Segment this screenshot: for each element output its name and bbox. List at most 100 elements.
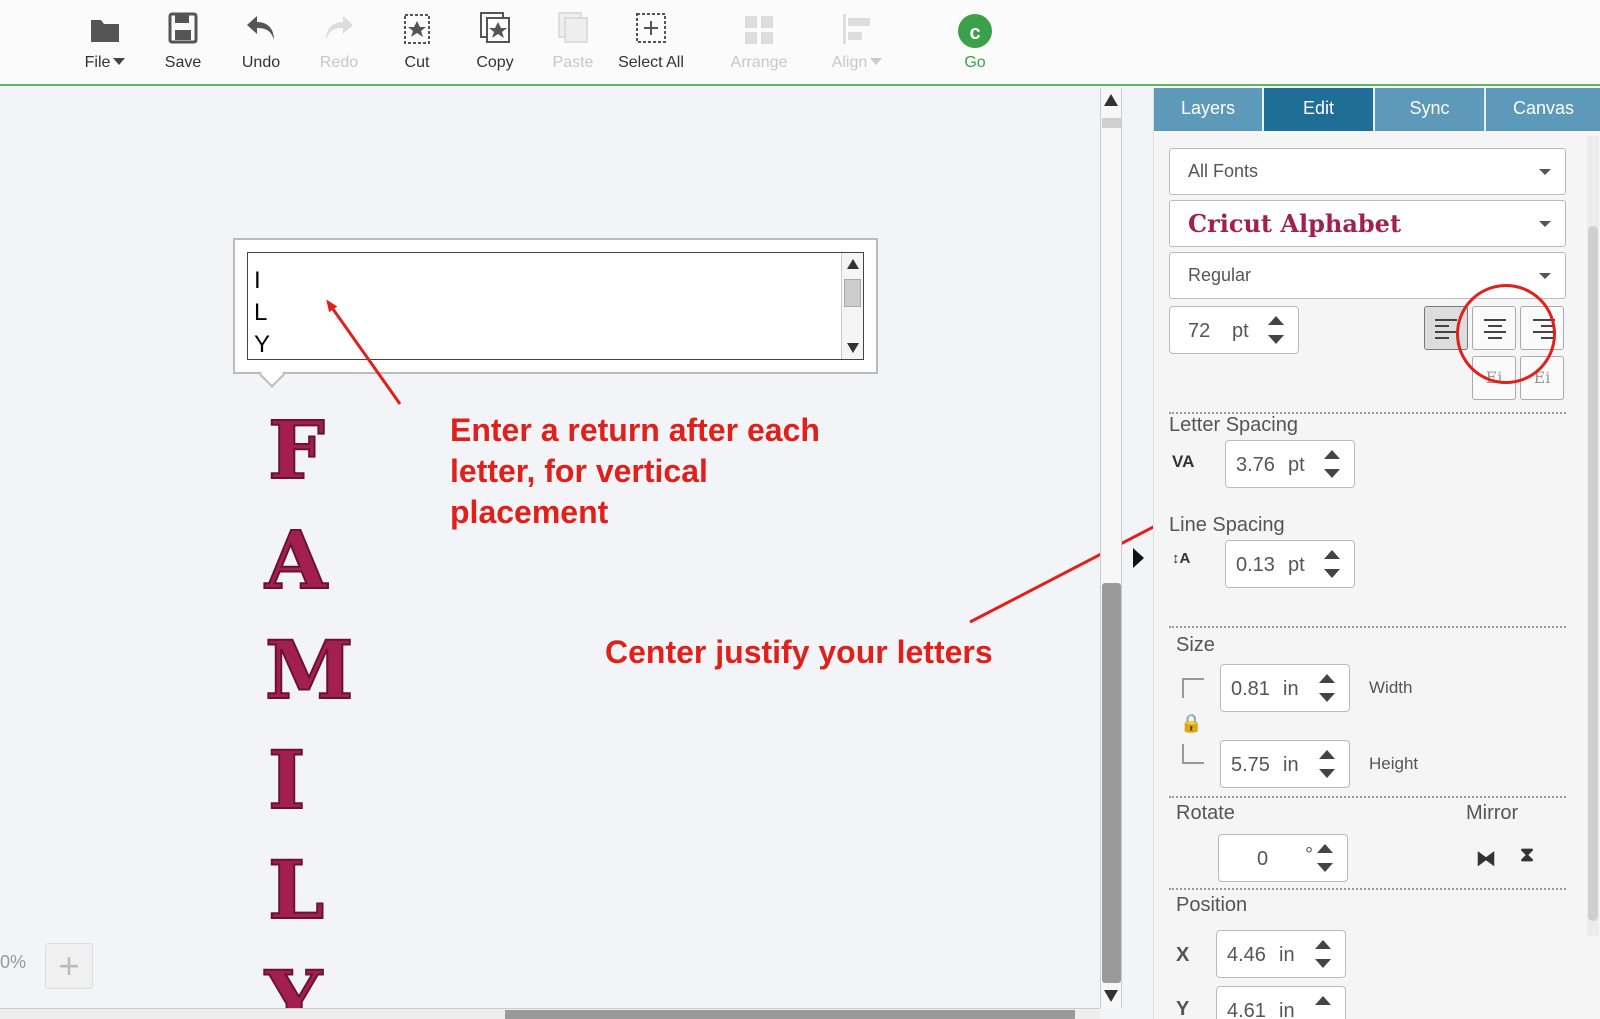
mirror-vertical-icon[interactable]: ⧗ (1520, 844, 1534, 867)
width-stepper[interactable]: 0.81 in (1220, 664, 1350, 712)
increment-icon[interactable] (1317, 844, 1333, 853)
chevron-down-icon (1539, 169, 1551, 175)
tab-edit[interactable]: Edit (1264, 88, 1375, 131)
copy-button[interactable]: Copy (456, 8, 534, 78)
zoom-in-button[interactable]: + (45, 943, 93, 989)
tab-sync[interactable]: Sync (1375, 88, 1486, 131)
select-all-icon (636, 13, 666, 43)
line-spacing-icon: ↕A (1172, 550, 1191, 567)
edit-panel: Layers Edit Sync Canvas All Fonts Cricut… (1153, 88, 1600, 1019)
arrange-menu-button[interactable]: Arrange (720, 8, 798, 78)
text-edit-box[interactable]: I L Y (247, 252, 864, 360)
position-x-stepper[interactable]: 4.46 in (1216, 930, 1346, 978)
line-spacing-stepper[interactable]: 0.13 pt (1225, 540, 1355, 588)
align-center-button[interactable] (1472, 306, 1516, 350)
panel-scrollbar[interactable] (1587, 136, 1599, 936)
align-icon (843, 14, 870, 44)
cut-button[interactable]: Cut (378, 8, 456, 78)
text-letter[interactable]: L (267, 849, 325, 931)
align-left-button[interactable] (1424, 306, 1468, 350)
scroll-up-icon[interactable] (1104, 94, 1118, 106)
position-y-stepper[interactable]: 4.61 in (1216, 986, 1346, 1019)
panel-toggle-icon[interactable] (1133, 548, 1144, 568)
font-style-select[interactable]: Regular (1169, 252, 1566, 299)
save-button[interactable]: Save (144, 8, 222, 78)
increment-icon[interactable] (1268, 316, 1284, 325)
increment-icon[interactable] (1319, 674, 1335, 683)
decrement-icon[interactable] (1319, 693, 1335, 702)
select-all-button[interactable]: Select All (612, 8, 690, 78)
line-spacing-label: Line Spacing (1169, 514, 1285, 536)
chevron-down-icon (870, 58, 883, 65)
text-box-scrollbar[interactable] (841, 253, 863, 359)
width-value: 0.81 (1231, 678, 1270, 700)
rotate-unit: ° (1305, 844, 1313, 866)
align-label: Align (831, 54, 868, 71)
undo-icon (247, 16, 274, 40)
font-style-value: Regular (1188, 265, 1252, 285)
increment-icon[interactable] (1315, 940, 1331, 949)
decrement-icon[interactable] (1324, 469, 1340, 478)
lock-icon[interactable]: 🔒 (1180, 713, 1202, 734)
rotate-stepper[interactable]: 0 ° (1218, 834, 1348, 882)
scroll-thumb[interactable] (1102, 583, 1121, 983)
copy-icon (480, 12, 510, 43)
file-label: File (84, 54, 111, 71)
increment-icon[interactable] (1324, 550, 1340, 559)
text-box-fit-icon[interactable]: Ei (1472, 356, 1516, 400)
scroll-thumb[interactable] (505, 1010, 1075, 1019)
font-size-unit: pt (1232, 320, 1249, 342)
text-line: Y (254, 331, 271, 358)
file-menu-button[interactable]: File (66, 8, 144, 78)
position-y-value: 4.61 (1227, 1000, 1266, 1019)
decrement-icon[interactable] (1315, 959, 1331, 968)
text-letter[interactable]: F (267, 409, 326, 491)
decrement-icon[interactable] (1319, 769, 1335, 778)
increment-icon[interactable] (1315, 996, 1331, 1005)
canvas-horizontal-scrollbar[interactable] (0, 1008, 1100, 1019)
align-right-button[interactable] (1520, 306, 1564, 350)
decrement-icon[interactable] (1324, 569, 1340, 578)
chevron-down-icon (113, 58, 126, 65)
redo-button[interactable]: Redo (300, 8, 378, 78)
undo-button[interactable]: Undo (222, 8, 300, 78)
go-button[interactable]: c Go (936, 8, 1014, 78)
scroll-down-icon[interactable] (847, 343, 859, 353)
design-canvas[interactable] (0, 88, 1100, 1019)
align-menu-button[interactable]: Align (818, 8, 896, 78)
decrement-icon[interactable] (1317, 863, 1333, 872)
canvas-vertical-scrollbar[interactable] (1100, 88, 1122, 1008)
increment-icon[interactable] (1324, 450, 1340, 459)
font-filter-select[interactable]: All Fonts (1169, 148, 1566, 195)
undo-label: Undo (241, 54, 281, 71)
font-size-stepper[interactable]: 72 pt (1169, 306, 1299, 354)
height-stepper[interactable]: 5.75 in (1220, 740, 1350, 788)
text-letter[interactable]: I (267, 739, 306, 821)
increment-icon[interactable] (1319, 750, 1335, 759)
toolbar: File Save Undo Redo Cut Copy Paste Selec… (0, 0, 1600, 86)
text-box-wrap-icon[interactable]: Ei (1520, 356, 1564, 400)
position-x-label: X (1176, 944, 1190, 966)
position-x-value: 4.46 (1227, 944, 1266, 966)
tab-layers[interactable]: Layers (1154, 88, 1264, 131)
text-letter[interactable]: A (264, 519, 328, 601)
text-letter[interactable]: Y (264, 960, 323, 1008)
scroll-up-icon[interactable] (847, 259, 859, 269)
paste-button[interactable]: Paste (534, 8, 612, 78)
tab-canvas[interactable]: Canvas (1486, 88, 1600, 131)
redo-icon (326, 16, 353, 40)
letter-spacing-label: Letter Spacing (1169, 414, 1298, 436)
letter-spacing-stepper[interactable]: 3.76 pt (1225, 440, 1355, 488)
font-select[interactable]: Cricut Alphabet (1169, 200, 1566, 247)
go-label: Go (964, 54, 986, 71)
width-label: Width (1369, 678, 1413, 697)
save-icon (168, 12, 198, 44)
decrement-icon[interactable] (1268, 335, 1284, 344)
scroll-down-icon[interactable] (1104, 990, 1118, 1002)
mirror-label: Mirror (1466, 802, 1519, 824)
text-letter[interactable]: M (264, 629, 355, 711)
position-x-unit: in (1279, 944, 1295, 966)
scroll-thumb[interactable] (1588, 226, 1598, 921)
mirror-horizontal-icon[interactable]: ⧓ (1476, 846, 1496, 871)
text-edit-popup: I L Y (233, 238, 878, 388)
